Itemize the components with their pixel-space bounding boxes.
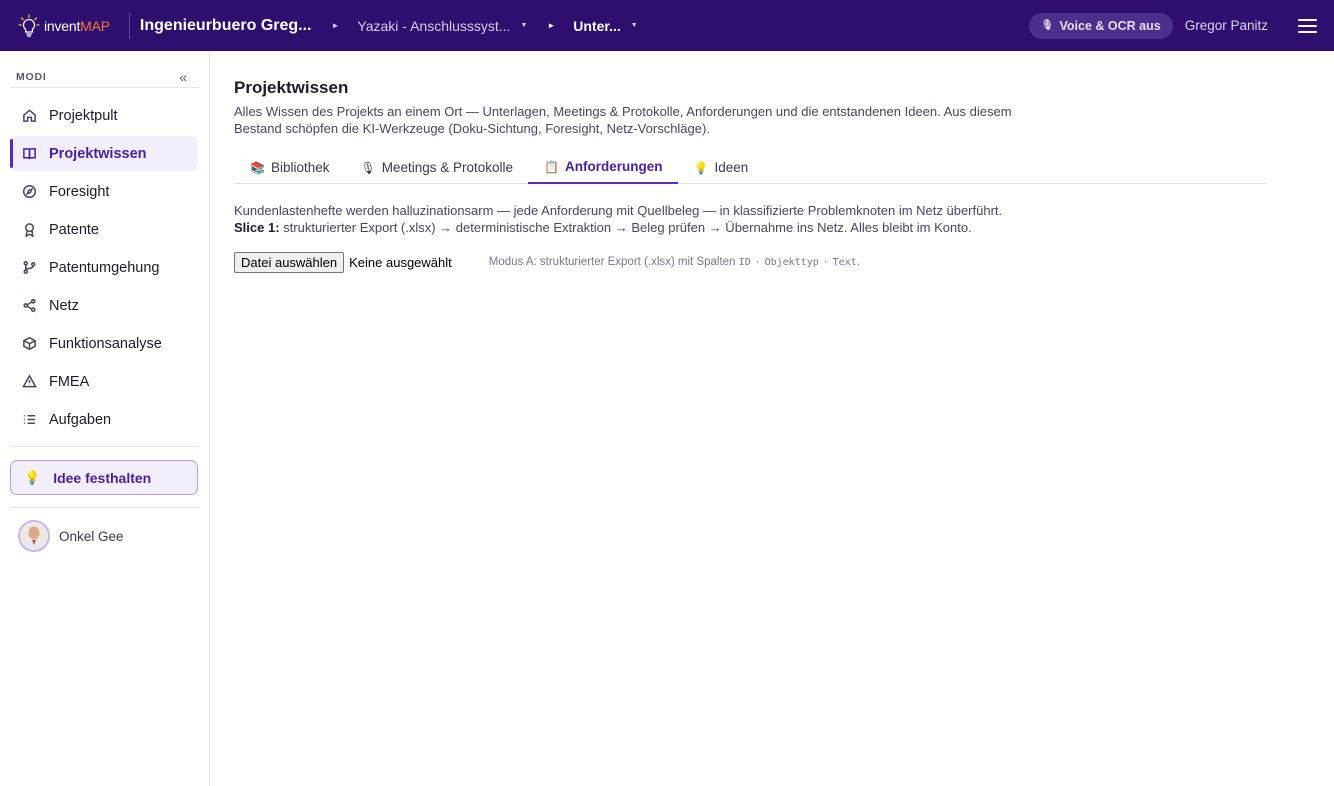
idea-capture-label: Idee festhalten xyxy=(53,469,152,486)
top-bar: inventMAP Ingenieurbuero Greg... ► Yazak… xyxy=(0,0,1334,51)
idea-capture-button[interactable]: 💡 Idee festhalten xyxy=(10,460,198,495)
branch-icon xyxy=(21,260,37,276)
warning-icon xyxy=(21,374,37,390)
tab-bar: 📚 Bibliothek 🎙 Meetings & Protokolle 📋 A… xyxy=(234,151,1266,184)
sidebar-item-label: Patente xyxy=(49,221,99,238)
slice-text: strukturierter Export (.xlsx) → determin… xyxy=(283,219,972,235)
user-name[interactable]: Gregor Panitz xyxy=(1185,18,1268,33)
avatar xyxy=(18,520,50,552)
slice-label: Slice 1: xyxy=(234,219,280,235)
breadcrumb-project[interactable]: Yazaki - Anschlusssyst... ▼ xyxy=(357,18,527,34)
sidebar-item-label: Foresight xyxy=(49,183,110,200)
main-content: Projektwissen Alles Wissen des Projekts … xyxy=(234,51,1266,273)
tab-ideen[interactable]: 💡 Ideen xyxy=(678,151,764,184)
sidebar-item-aufgaben[interactable]: Aufgaben xyxy=(10,402,198,437)
sidebar-item-label: Netz xyxy=(49,297,79,314)
lightbulb-logo-icon xyxy=(18,13,40,37)
mode-hint: Modus A: strukturierter Export (.xlsx) m… xyxy=(489,256,860,268)
app-logo[interactable]: inventMAP xyxy=(18,0,110,51)
topbar-divider xyxy=(128,12,130,39)
sidebar-item-patente[interactable]: Patente xyxy=(10,212,198,247)
voice-ocr-toggle-label: Voice & OCR aus xyxy=(1059,18,1161,33)
share-icon xyxy=(21,298,37,314)
file-status: Keine ausgewählt xyxy=(349,254,452,270)
breadcrumb-arrow-icon: ► xyxy=(547,21,556,30)
tab-meetings-protokolle[interactable]: 🎙 Meetings & Protokolle xyxy=(345,151,529,184)
sidebar-nav: Projektpult Projektwissen Foresight Pate… xyxy=(0,88,209,437)
sidebar-item-foresight[interactable]: Foresight xyxy=(10,174,198,209)
tab-label: Ideen xyxy=(714,160,749,175)
voice-ocr-toggle-button[interactable]: 🎙 Voice & OCR aus xyxy=(1028,12,1173,39)
tab-bibliothek[interactable]: 📚 Bibliothek xyxy=(234,151,345,184)
sidebar-header: MODI « xyxy=(0,51,209,87)
breadcrumb-subproject[interactable]: Unter... ▼ xyxy=(573,18,637,34)
mode-hint-suffix: . xyxy=(856,256,860,268)
chevron-down-icon: ▼ xyxy=(520,22,528,29)
sidebar-item-projektpult[interactable]: Projektpult xyxy=(10,98,198,133)
sidebar-item-fmea[interactable]: FMEA xyxy=(10,364,198,399)
breadcrumb-project-label: Yazaki - Anschlusssyst... xyxy=(357,17,511,34)
microphone-icon: 🎙 xyxy=(1040,20,1054,31)
profile[interactable]: Onkel Gee xyxy=(0,508,209,552)
logo-text-map: MAP xyxy=(80,17,110,34)
divider xyxy=(10,446,199,447)
mode-hint-text: Modus A: strukturierter Export (.xlsx) m… xyxy=(488,256,736,268)
separator-dot: · xyxy=(755,256,760,268)
breadcrumb-subproject-label: Unter... xyxy=(573,17,621,34)
file-upload-row: Datei auswählen Keine ausgewählt Modus A… xyxy=(234,251,1266,273)
microphone-icon: 🎙 xyxy=(360,160,376,175)
books-icon: 📚 xyxy=(250,160,265,175)
sidebar-item-projektwissen[interactable]: Projektwissen xyxy=(10,136,198,171)
list-icon xyxy=(21,412,37,428)
home-icon xyxy=(21,108,37,124)
clipboard-icon: 📋 xyxy=(544,159,560,174)
collapse-sidebar-icon[interactable]: « xyxy=(179,69,187,85)
requirements-intro: Kundenlastenhefte werden halluzinationsa… xyxy=(234,203,1003,218)
tab-anforderungen[interactable]: 📋 Anforderungen xyxy=(528,151,678,184)
lightbulb-icon: 💡 xyxy=(24,469,41,485)
page-description: Alles Wissen des Projekts an einem Ort —… xyxy=(234,104,1012,136)
sidebar-item-label: Funktionsanalyse xyxy=(49,335,162,352)
chevron-down-icon: ▼ xyxy=(630,22,638,29)
logo-text: inventMAP xyxy=(44,18,110,34)
breadcrumb-arrow-icon: ► xyxy=(331,21,340,30)
sidebar-section-label: MODI xyxy=(16,70,47,83)
column-objekttyp: Objekttyp xyxy=(764,257,819,268)
cube-icon xyxy=(21,336,37,352)
sidebar-item-label: FMEA xyxy=(49,373,90,390)
column-id: ID xyxy=(738,257,751,268)
tab-label: Anforderungen xyxy=(565,159,663,174)
compass-icon xyxy=(21,184,37,200)
award-icon xyxy=(21,222,37,238)
sidebar-item-patentumgehung[interactable]: Patentumgehung xyxy=(10,250,198,285)
tab-label: Meetings & Protokolle xyxy=(381,160,514,175)
lightbulb-icon: 💡 xyxy=(693,160,709,175)
logo-text-invent: invent xyxy=(44,17,81,34)
sidebar: MODI « Projektpult Projektwissen Foresig… xyxy=(0,51,210,786)
organization-selector[interactable]: Ingenieurbuero Greg... xyxy=(140,17,312,35)
requirements-description: Kundenlastenhefte werden halluzinationsa… xyxy=(234,203,1004,236)
sidebar-item-label: Projektpult xyxy=(49,107,118,124)
file-select-button[interactable]: Datei auswählen xyxy=(234,251,345,273)
sidebar-item-label: Projektwissen xyxy=(49,145,147,162)
sidebar-item-funktionsanalyse[interactable]: Funktionsanalyse xyxy=(10,326,198,361)
profile-name: Onkel Gee xyxy=(59,528,124,544)
page-title: Projektwissen xyxy=(234,78,349,97)
sidebar-item-label: Patentumgehung xyxy=(49,259,160,276)
sidebar-item-netz[interactable]: Netz xyxy=(10,288,198,323)
book-icon xyxy=(21,146,37,162)
column-text: Text xyxy=(832,257,857,268)
hamburger-menu-icon[interactable] xyxy=(1298,18,1317,33)
separator-dot: · xyxy=(823,256,828,268)
tab-label: Bibliothek xyxy=(270,160,330,175)
sidebar-item-label: Aufgaben xyxy=(49,411,112,428)
